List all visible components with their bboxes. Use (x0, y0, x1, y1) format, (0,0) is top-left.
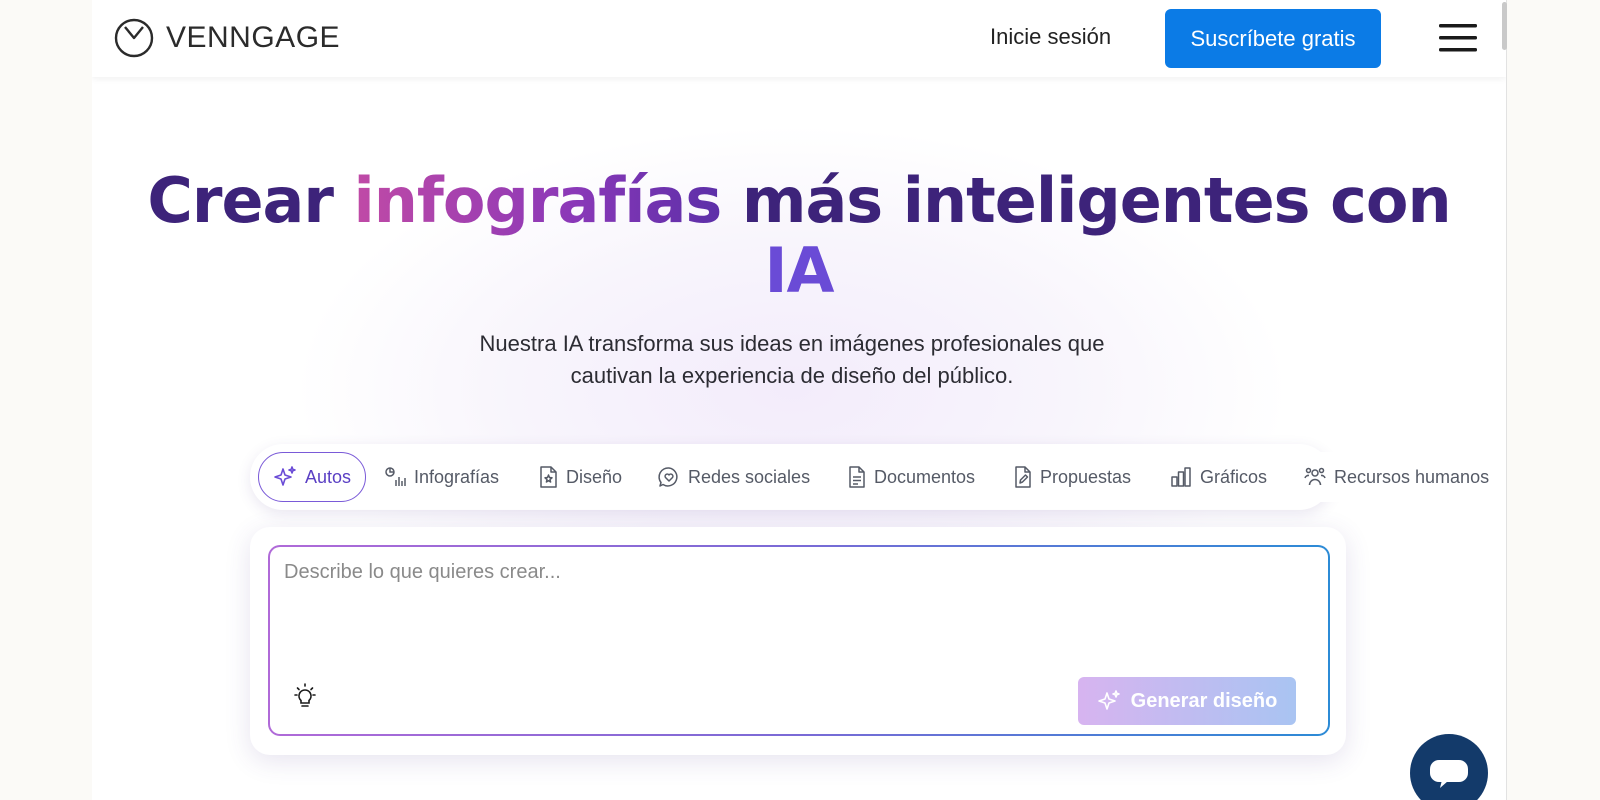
hero-subtitle: Nuestra IA transforma sus ideas en imáge… (479, 331, 1105, 388)
scrollbar-track[interactable] (1506, 0, 1520, 800)
tab-label: Gráficos (1200, 466, 1268, 487)
prompt-box: Generar diseño (268, 545, 1330, 736)
chat-support-button[interactable] (1410, 734, 1488, 800)
signup-button[interactable]: Suscríbete gratis (1165, 9, 1381, 68)
tab-label: Redes sociales (688, 466, 811, 487)
prompt-inner: Generar diseño (270, 547, 1328, 734)
tab-documentos[interactable]: Documentos (848, 452, 975, 502)
prompt-input[interactable] (284, 561, 1304, 671)
pen-doc-icon (1015, 466, 1031, 488)
tab-label: Documentos (874, 466, 976, 487)
hero-title-highlight: infografías (353, 164, 723, 237)
tab-redes-sociales[interactable]: Redes sociales (658, 452, 810, 502)
signin-link[interactable]: Inicie sesión (990, 24, 1111, 50)
tab-label: Recursos humanos (1334, 466, 1490, 487)
tab-autos[interactable]: Autos (258, 452, 367, 502)
page: VENNGAGE Inicie sesión Suscríbete gratis… (92, 0, 1506, 800)
sparkles-icon (1097, 690, 1120, 710)
logo[interactable]: VENNGAGE (114, 18, 340, 58)
tab-graficos[interactable]: Gráficos (1170, 452, 1267, 502)
logo-text: VENNGAGE (166, 21, 341, 54)
tab-diseno[interactable]: Diseño (538, 452, 622, 502)
hero-title: Crear infografías más inteligentes con IA (92, 166, 1506, 306)
generate-design-button[interactable]: Generar diseño (1078, 677, 1296, 725)
chat-bubble-icon (1430, 760, 1468, 788)
generate-design-label: Generar diseño (1130, 689, 1278, 712)
tab-label: Diseño (566, 466, 623, 487)
tab-infografias[interactable]: Infografías (384, 452, 499, 502)
document-icon (849, 466, 865, 488)
chat-heart-icon (658, 467, 678, 487)
hero-title-part1: Crear (147, 164, 354, 237)
design-doc-icon (540, 466, 557, 488)
chart-icon (385, 467, 406, 486)
hero-title-ia: IA (764, 234, 834, 307)
hamburger-menu-icon[interactable] (1439, 22, 1477, 59)
tab-label: Infografías (414, 466, 500, 487)
hero-title-part2: más inteligentes con (721, 164, 1452, 237)
site-header: VENNGAGE Inicie sesión Suscríbete gratis (92, 0, 1506, 77)
scrollbar-thumb[interactable] (1502, 2, 1507, 50)
tab-label: Autos (305, 466, 352, 487)
tab-propuestas[interactable]: Propuestas (1014, 452, 1131, 502)
people-icon (1304, 467, 1326, 486)
tab-label: Propuestas (1040, 466, 1132, 487)
bar-chart-icon (1171, 467, 1191, 487)
tab-recursos-humanos[interactable]: Recursos humanos (1304, 452, 1489, 502)
logo-clock-icon (114, 18, 154, 58)
lightbulb-icon[interactable] (292, 683, 318, 716)
sparkles-icon (274, 466, 296, 486)
